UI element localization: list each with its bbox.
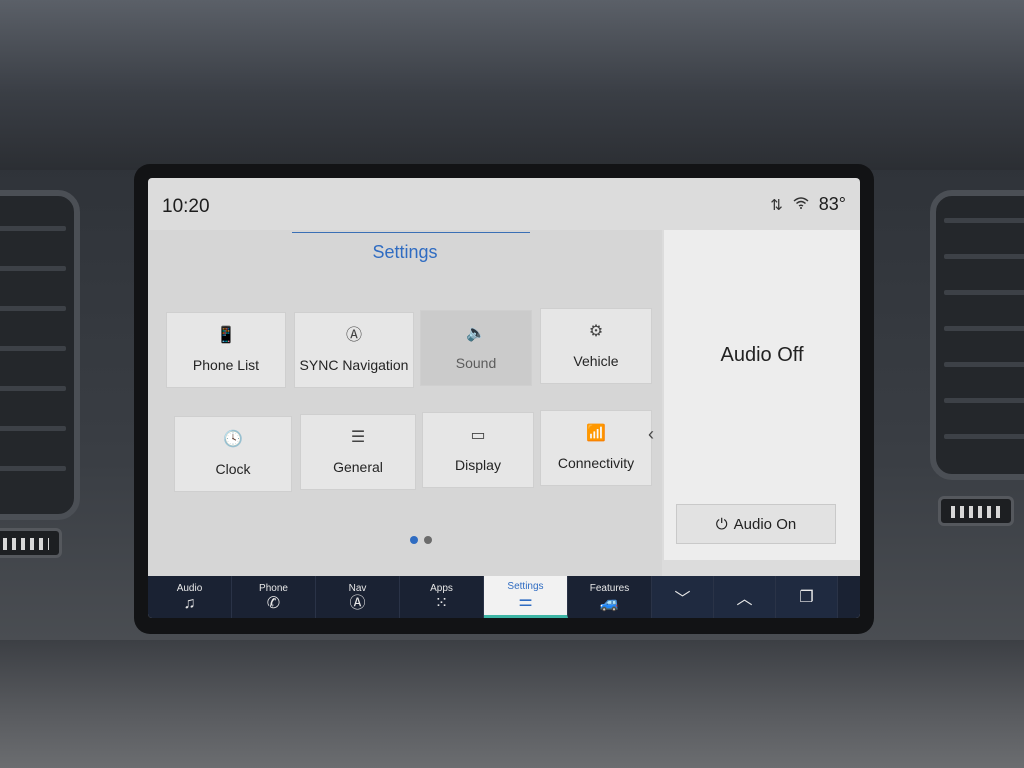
nav-label: Apps bbox=[430, 582, 453, 594]
tile-label: Vehicle bbox=[573, 353, 619, 369]
tile-general[interactable]: ☰ General bbox=[300, 414, 416, 490]
status-time: 10:20 bbox=[162, 196, 210, 217]
tile-label: SYNC Navigation bbox=[299, 357, 409, 373]
nav-apps[interactable]: Apps ⁙ bbox=[400, 576, 484, 618]
phone-icon: ✆ bbox=[266, 594, 281, 612]
vent-dial-left[interactable] bbox=[0, 528, 62, 558]
title-divider bbox=[292, 232, 530, 233]
vehicle-settings-icon: ⚙ bbox=[588, 323, 604, 340]
tile-sync-navigation[interactable]: Ⓐ SYNC Navigation bbox=[294, 312, 414, 388]
nav-settings[interactable]: Settings ⚌ bbox=[484, 576, 568, 618]
settings-panel: Settings 📱 Phone List Ⓐ SYNC Navigation … bbox=[148, 230, 662, 576]
air-vent-left bbox=[0, 190, 80, 520]
display-icon: ▭ bbox=[470, 427, 486, 444]
signal-arrows-icon: ⇅ bbox=[770, 196, 783, 214]
tile-label: Sound bbox=[455, 355, 497, 371]
nav-label: Features bbox=[589, 582, 630, 594]
dashboard-bottom bbox=[0, 640, 1024, 768]
nav-nav[interactable]: Nav Ⓐ bbox=[316, 576, 400, 618]
tile-clock[interactable]: 🕓 Clock bbox=[174, 416, 292, 492]
outside-temperature: 83° bbox=[818, 194, 846, 214]
chevron-up-icon[interactable]: ︿ bbox=[714, 576, 776, 618]
navigation-icon: Ⓐ bbox=[345, 327, 362, 344]
nav-label: Settings bbox=[507, 581, 544, 592]
vent-dial-right[interactable] bbox=[938, 496, 1014, 526]
tile-label: Connectivity bbox=[557, 455, 635, 471]
audio-on-label: Audio On bbox=[733, 515, 797, 533]
wifi-icon: 📶 bbox=[586, 425, 606, 442]
tile-phone-list[interactable]: 📱 Phone List bbox=[166, 312, 286, 388]
tile-label: General bbox=[333, 459, 383, 475]
air-vent-right bbox=[930, 190, 1024, 480]
bottom-nav-bar: Audio ♫ Phone ✆ Nav Ⓐ Apps ⁙ Settings ⚌ … bbox=[148, 576, 860, 618]
nav-audio[interactable]: Audio ♫ bbox=[148, 576, 232, 618]
apps-grid-icon: ⁙ bbox=[434, 594, 449, 612]
tile-label: Phone List bbox=[192, 357, 260, 373]
wifi-icon bbox=[793, 196, 809, 213]
dashboard-top bbox=[0, 0, 1024, 170]
page-dot-active[interactable] bbox=[410, 536, 418, 544]
collapse-panel-icon[interactable]: ‹ bbox=[648, 424, 654, 445]
sliders-icon: ☰ bbox=[350, 429, 366, 446]
clock-icon: 🕓 bbox=[223, 431, 243, 448]
audio-status: Audio Off bbox=[720, 344, 804, 366]
car-icon: 🚙 bbox=[599, 594, 620, 612]
navigation-icon: Ⓐ bbox=[349, 594, 366, 612]
nav-label: Audio bbox=[176, 582, 203, 594]
tile-sound[interactable]: 🔈 Sound bbox=[420, 310, 532, 386]
tile-vehicle[interactable]: ⚙ Vehicle bbox=[540, 308, 652, 384]
music-note-icon: ♫ bbox=[183, 594, 196, 612]
nav-features[interactable]: Features 🚙 bbox=[568, 576, 652, 618]
nav-label: Nav bbox=[348, 582, 367, 594]
nav-phone[interactable]: Phone ✆ bbox=[232, 576, 316, 618]
speaker-icon: 🔈 bbox=[466, 325, 486, 342]
page-dot[interactable] bbox=[424, 536, 432, 544]
status-bar-right: ⇅ 83° bbox=[770, 194, 846, 215]
tile-connectivity[interactable]: 📶 Connectivity bbox=[540, 410, 652, 486]
sliders-icon: ⚌ bbox=[518, 593, 533, 610]
page-indicator bbox=[410, 536, 432, 544]
audio-on-button[interactable]: ⏻ Audio On bbox=[676, 504, 836, 544]
audio-panel: Audio Off ⏻ Audio On bbox=[664, 230, 860, 560]
nav-label: Phone bbox=[259, 582, 288, 594]
tile-label: Clock bbox=[215, 461, 251, 477]
tile-label: Display bbox=[455, 457, 501, 473]
infotainment-screen: 10:20 ⇅ 83° Settings 📱 Phone List Ⓐ SYNC… bbox=[148, 178, 860, 618]
tile-display[interactable]: ▭ Display bbox=[422, 412, 534, 488]
settings-title: Settings bbox=[372, 242, 438, 262]
phone-list-icon: 📱 bbox=[216, 327, 236, 344]
multitask-icon[interactable]: ❐ bbox=[776, 576, 838, 618]
power-icon: ⏻ bbox=[715, 515, 728, 533]
chevron-down-icon[interactable]: ﹀ bbox=[652, 576, 714, 618]
